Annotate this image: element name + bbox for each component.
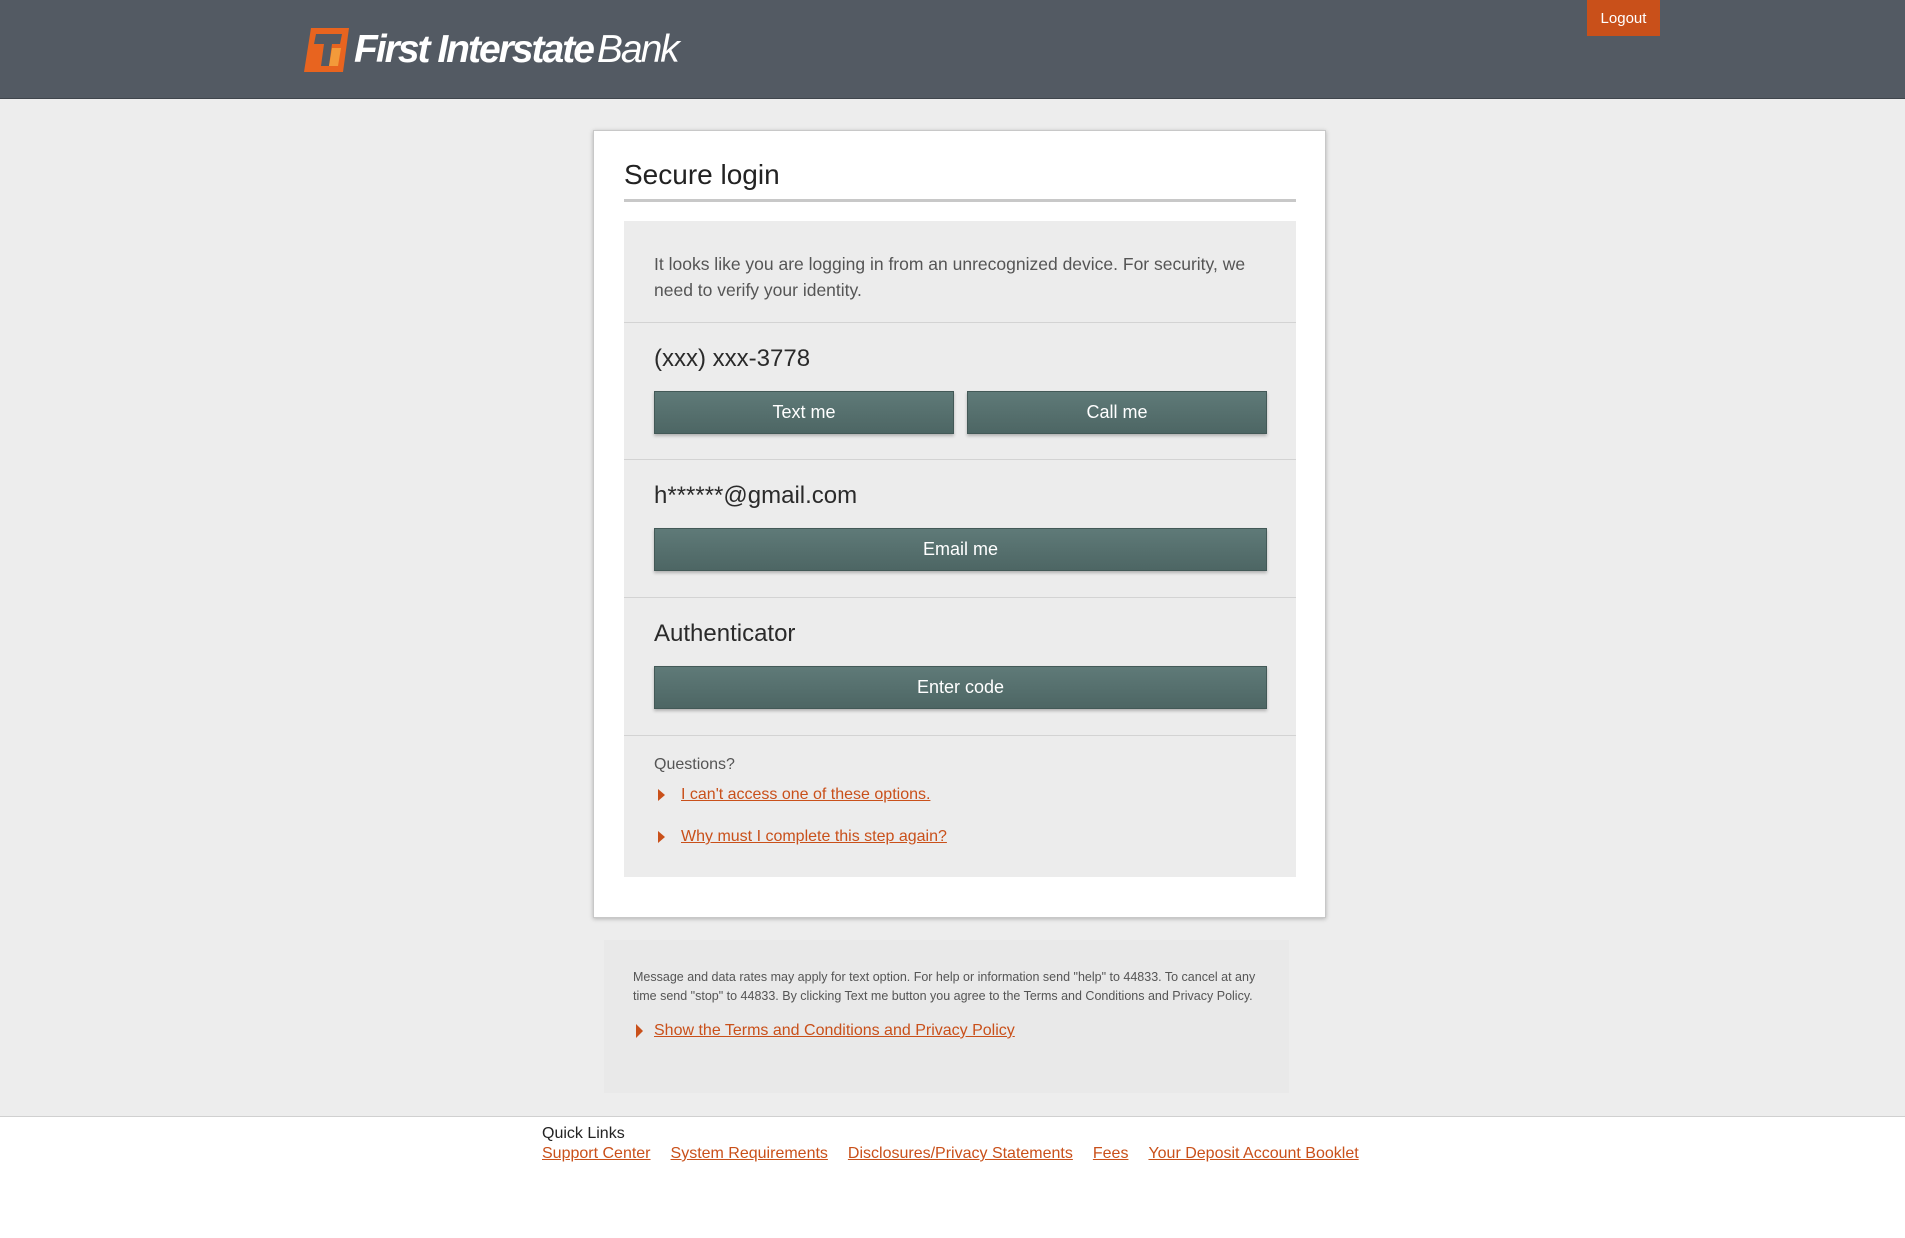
triangle-right-icon: [658, 789, 665, 801]
authenticator-section: Authenticator Enter code: [624, 598, 1296, 736]
intro-text: It looks like you are logging in from an…: [624, 221, 1296, 323]
top-header: First Interstate Bank Logout: [0, 0, 1905, 99]
sms-disclaimer: Message and data rates may apply for tex…: [604, 940, 1289, 1093]
phone-number-label: (xxx) xxx-3778: [654, 345, 811, 372]
secure-login-card: Secure login It looks like you are loggi…: [593, 130, 1326, 918]
phone-section: (xxx) xxx-3778 Text me Call me: [624, 323, 1296, 460]
logo-bold-text: First Interstate: [354, 28, 595, 71]
deposit-booklet-link[interactable]: Your Deposit Account Booklet: [1148, 1145, 1358, 1163]
triangle-right-icon: [658, 831, 665, 843]
authenticator-label: Authenticator: [654, 620, 796, 647]
show-terms-link[interactable]: Show the Terms and Conditions and Privac…: [654, 1022, 1015, 1040]
why-complete-step-link[interactable]: Why must I complete this step again?: [681, 828, 947, 846]
support-center-link[interactable]: Support Center: [542, 1145, 651, 1163]
email-me-button[interactable]: Email me: [654, 528, 1267, 571]
email-section: h******@gmail.com Email me: [624, 460, 1296, 598]
email-address-label: h******@gmail.com: [654, 482, 858, 509]
system-requirements-link[interactable]: System Requirements: [671, 1145, 828, 1163]
bank-logo[interactable]: First Interstate Bank: [302, 26, 680, 74]
question-link-item[interactable]: Why must I complete this step again?: [654, 828, 947, 846]
text-me-button[interactable]: Text me: [654, 391, 954, 434]
quick-links-title: Quick Links: [542, 1125, 625, 1142]
logo-text: First Interstate Bank: [354, 26, 680, 74]
logo-mark-icon: [304, 28, 349, 72]
quick-links-list: Support Center System Requirements Discl…: [542, 1145, 1379, 1163]
terms-toggle[interactable]: Show the Terms and Conditions and Privac…: [633, 1022, 1259, 1040]
page-title: Secure login: [624, 159, 1296, 202]
call-me-button[interactable]: Call me: [967, 391, 1267, 434]
cant-access-options-link[interactable]: I can't access one of these options.: [681, 786, 930, 804]
footer: Quick Links Support Center System Requir…: [0, 1116, 1905, 1238]
logout-button[interactable]: Logout: [1587, 0, 1660, 36]
enter-code-button[interactable]: Enter code: [654, 666, 1267, 709]
disclaimer-text: Message and data rates may apply for tex…: [633, 970, 1256, 1003]
triangle-right-icon: [636, 1024, 643, 1038]
question-link-item[interactable]: I can't access one of these options.: [654, 786, 930, 804]
questions-section: Questions? I can't access one of these o…: [624, 736, 1296, 877]
logo-light-text: Bank: [596, 28, 680, 71]
verification-panel: It looks like you are logging in from an…: [624, 221, 1296, 877]
disclosures-link[interactable]: Disclosures/Privacy Statements: [848, 1145, 1073, 1163]
questions-label: Questions?: [654, 756, 735, 773]
fees-link[interactable]: Fees: [1093, 1145, 1129, 1163]
